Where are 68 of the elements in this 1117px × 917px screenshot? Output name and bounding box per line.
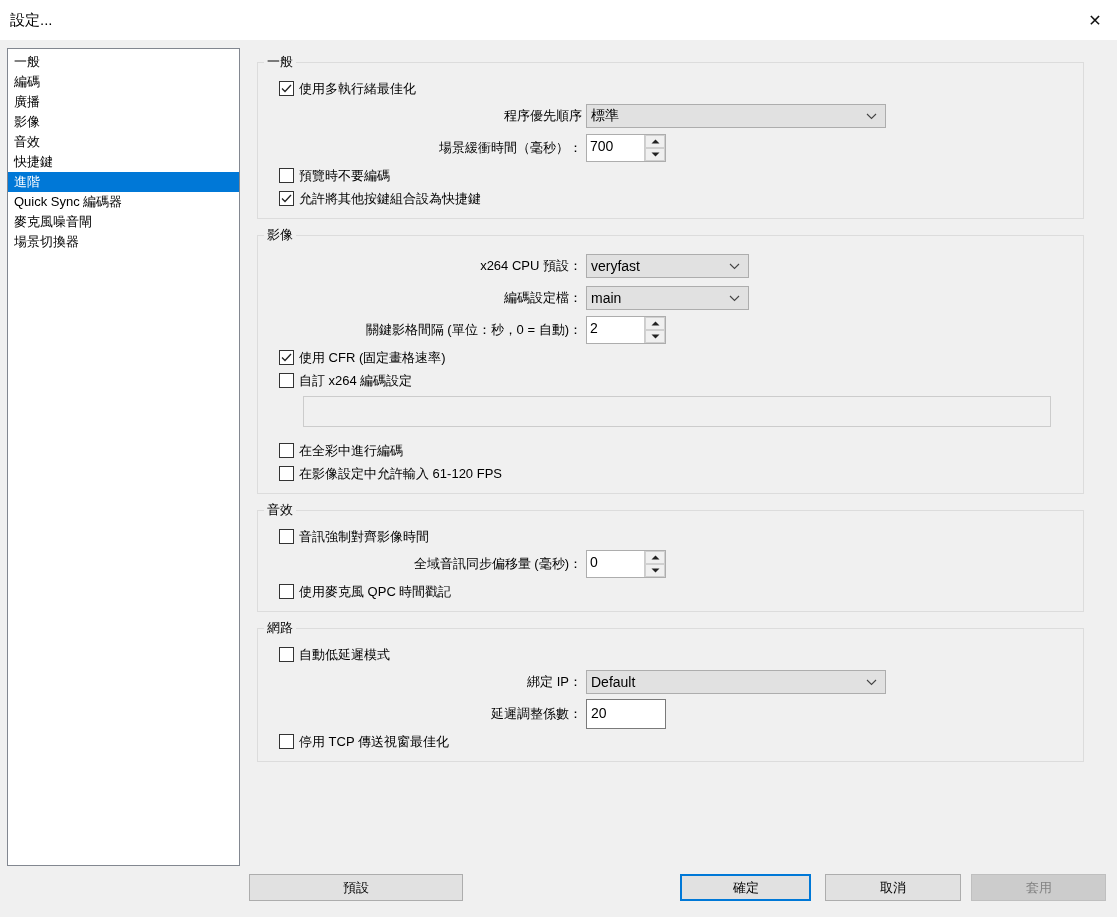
checkbox-label: 在全彩中進行編碼: [299, 441, 403, 460]
dialog-button[interactable]: 預設: [249, 874, 463, 901]
up-arrow-icon[interactable]: [650, 139, 660, 144]
checkbox-label: 自動低延遲模式: [299, 645, 390, 664]
checkbox-label: 停用 TCP 傳送視窗最佳化: [299, 732, 449, 751]
sidebar-item[interactable]: 影像: [8, 112, 239, 132]
group-title: 一般: [264, 54, 296, 70]
checkbox[interactable]: [279, 584, 294, 599]
field-label: x264 CPU 預設：: [479, 257, 583, 275]
checkbox[interactable]: [279, 81, 294, 96]
dropdown[interactable]: veryfast: [586, 254, 749, 278]
checkbox[interactable]: [279, 647, 294, 662]
down-arrow-icon[interactable]: [650, 334, 660, 339]
group-title: 音效: [264, 502, 296, 518]
sidebar-item[interactable]: 進階: [8, 172, 239, 192]
group-title: 網路: [264, 620, 296, 636]
sidebar-item[interactable]: 廣播: [8, 92, 239, 112]
dialog-button[interactable]: 取消: [825, 874, 961, 901]
checkbox-label: 允許將其他按鍵組合設為快捷鍵: [299, 189, 481, 208]
dropdown[interactable]: 標準: [586, 104, 886, 128]
chevron-down-icon: [866, 678, 877, 686]
dropdown[interactable]: Default: [586, 670, 886, 694]
checkbox[interactable]: [279, 466, 294, 481]
dropdown[interactable]: main: [586, 286, 749, 310]
checkbox-label: 音訊強制對齊影像時間: [299, 527, 429, 546]
checkbox[interactable]: [279, 443, 294, 458]
sidebar-item[interactable]: 麥克風噪音閘: [8, 212, 239, 232]
chevron-down-icon: [729, 262, 740, 270]
field-label: 關鍵影格間隔 (單位：秒，0 = 自動)：: [364, 321, 583, 339]
field-label: 全域音訊同步偏移量 (毫秒)：: [412, 555, 583, 573]
text-field[interactable]: [303, 396, 1051, 427]
checkbox-label: 在影像設定中允許輸入 61-120 FPS: [299, 464, 502, 483]
sidebar-item[interactable]: 音效: [8, 132, 239, 152]
field-label: 延遲調整係數：: [490, 705, 583, 723]
spin-field[interactable]: 0: [586, 550, 666, 578]
checkbox[interactable]: [279, 373, 294, 388]
sidebar-item[interactable]: Quick Sync 編碼器: [8, 192, 239, 212]
up-arrow-icon[interactable]: [650, 321, 660, 326]
sidebar-item[interactable]: 場景切換器: [8, 232, 239, 252]
checkbox[interactable]: [279, 168, 294, 183]
field-label: 綁定 IP：: [526, 673, 583, 691]
sidebar-item[interactable]: 快捷鍵: [8, 152, 239, 172]
field-label: 場景緩衝時間（毫秒）：: [438, 139, 583, 157]
close-button[interactable]: ✕: [1073, 0, 1117, 40]
window-title: 設定...: [9, 10, 53, 30]
chevron-down-icon: [729, 294, 740, 302]
group-title: 影像: [264, 227, 296, 243]
dialog-button[interactable]: 確定: [680, 874, 811, 901]
sidebar-item[interactable]: 一般: [8, 52, 239, 72]
down-arrow-icon[interactable]: [650, 152, 660, 157]
field-label: 程序優先順序: [503, 107, 583, 125]
down-arrow-icon[interactable]: [650, 568, 660, 573]
checkbox-label: 使用多執行緒最佳化: [299, 79, 416, 98]
field-label: 編碼設定檔：: [503, 289, 583, 307]
checkbox-label: 使用麥克風 QPC 時間戳記: [299, 582, 452, 601]
spin-field[interactable]: 700: [586, 134, 666, 162]
checkbox-label: 預覽時不要編碼: [299, 166, 390, 185]
checkbox[interactable]: [279, 734, 294, 749]
checkbox[interactable]: [279, 191, 294, 206]
checkbox-label: 使用 CFR (固定畫格速率): [299, 348, 446, 367]
checkbox-label: 自訂 x264 編碼設定: [299, 371, 413, 390]
spin-field[interactable]: 2: [586, 316, 666, 344]
checkbox[interactable]: [279, 350, 294, 365]
input-field[interactable]: 20: [586, 699, 666, 729]
up-arrow-icon[interactable]: [650, 555, 660, 560]
sidebar-item[interactable]: 編碼: [8, 72, 239, 92]
checkbox[interactable]: [279, 529, 294, 544]
chevron-down-icon: [866, 112, 877, 120]
